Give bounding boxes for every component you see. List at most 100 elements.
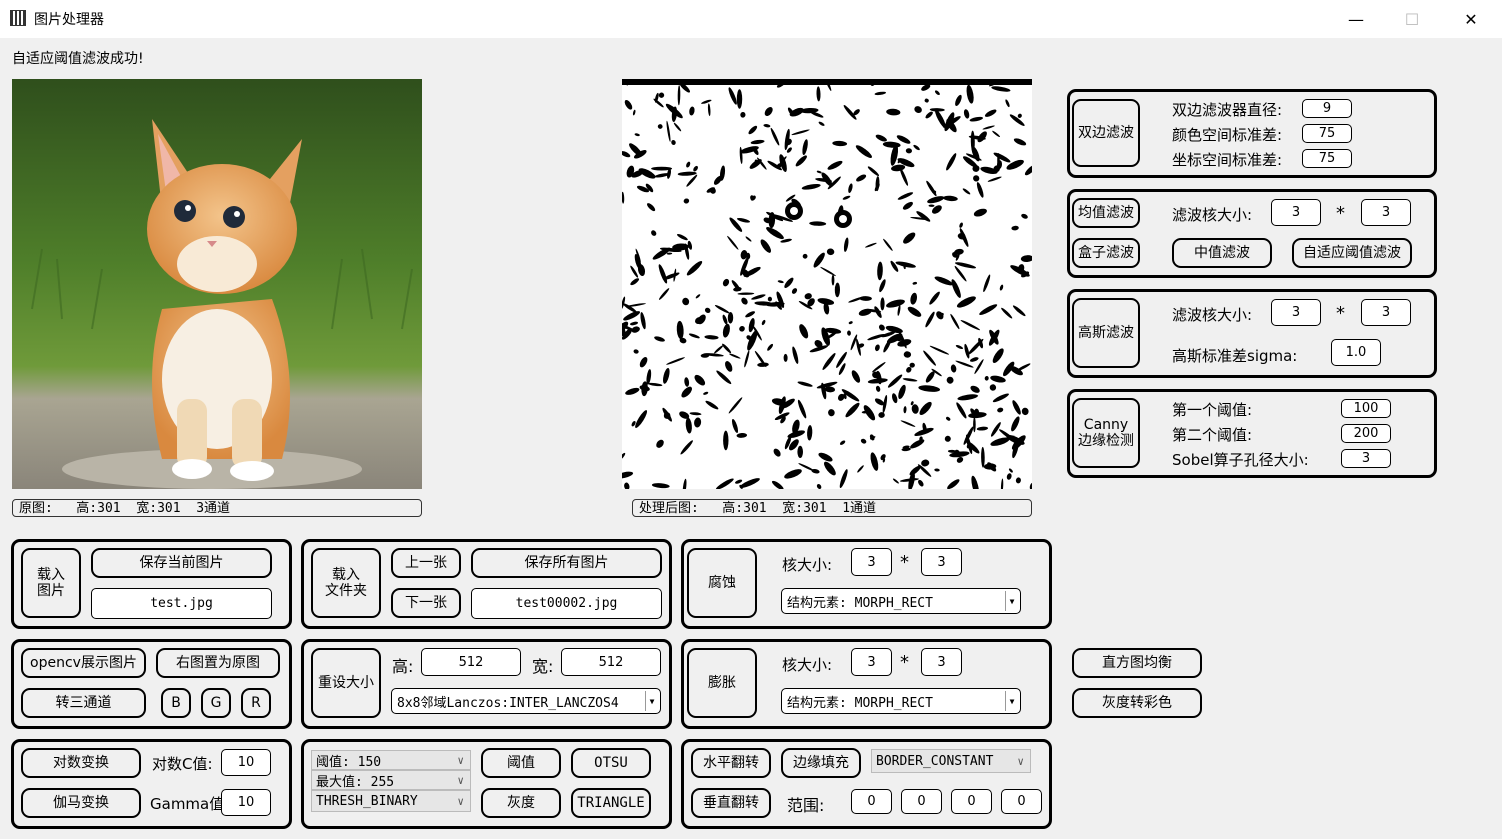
mean-kernel-h-input[interactable]: 3 (1361, 199, 1411, 226)
folder-filename-field[interactable]: test00002.jpg (471, 588, 662, 619)
mean-kernel-w-input[interactable]: 3 (1271, 199, 1321, 226)
erode-kernel-w-input[interactable]: 3 (851, 548, 892, 576)
adaptive-threshold-filter-button[interactable]: 自适应阈值滤波 (1292, 238, 1412, 268)
title-bar (0, 0, 1502, 38)
save-all-images-button[interactable]: 保存所有图片 (471, 548, 662, 578)
window-title: 图片处理器 (34, 12, 104, 28)
minimize-icon[interactable]: — (1333, 0, 1379, 38)
canny-sobel-label: Sobel算子孔径大小: (1172, 451, 1309, 469)
erode-element-select[interactable]: 结构元素: MORPH_RECT ▼ (781, 588, 1021, 614)
chevron-down-icon: ∨ (457, 773, 464, 787)
maximize-icon[interactable]: ☐ (1389, 0, 1435, 38)
log-transform-button[interactable]: 对数变换 (21, 748, 141, 778)
border-type-text: BORDER_CONSTANT (876, 753, 994, 769)
log-c-input[interactable]: 10 (221, 749, 271, 776)
green-channel-button[interactable]: G (201, 688, 231, 718)
range-top-input[interactable]: 0 (851, 789, 892, 814)
original-image (12, 79, 422, 489)
border-type-select[interactable]: BORDER_CONSTANT ∨ (871, 749, 1031, 773)
gaussian-kernel-w-input[interactable]: 3 (1271, 299, 1321, 326)
box-filter-button[interactable]: 盒子滤波 (1072, 238, 1140, 268)
threshold-button[interactable]: 阈值 (481, 748, 561, 778)
bilateral-diameter-input[interactable]: 9 (1302, 99, 1352, 118)
resize-width-input[interactable]: 512 (561, 648, 661, 676)
erode-button[interactable]: 腐蚀 (687, 548, 757, 618)
canny-threshold1-input[interactable]: 100 (1341, 399, 1391, 418)
bilateral-space-sigma-label: 坐标空间标准差: (1172, 151, 1283, 169)
otsu-button[interactable]: OTSU (571, 748, 651, 778)
mean-times-label: * (1336, 203, 1345, 224)
grayscale-button[interactable]: 灰度 (481, 788, 561, 818)
threshold-type-select[interactable]: THRESH_BINARY ∨ (311, 790, 471, 812)
mean-kernel-label: 滤波核大小: (1172, 206, 1253, 224)
canny-edge-button[interactable]: Canny 边缘检测 (1072, 398, 1140, 468)
dilate-kernel-w-input[interactable]: 3 (851, 648, 892, 676)
original-info-label: 原图: 高:301 宽:301 3通道 (12, 499, 422, 517)
range-left-input[interactable]: 0 (951, 789, 992, 814)
gaussian-sigma-input[interactable]: 1.0 (1331, 339, 1381, 366)
gaussian-filter-button[interactable]: 高斯滤波 (1072, 298, 1140, 368)
current-filename-field[interactable]: test.jpg (91, 588, 272, 619)
median-filter-button[interactable]: 中值滤波 (1172, 238, 1272, 268)
canny-threshold2-input[interactable]: 200 (1341, 424, 1391, 443)
vertical-flip-button[interactable]: 垂直翻转 (691, 788, 771, 818)
dilate-times-label: * (900, 652, 909, 673)
resize-button[interactable]: 重设大小 (311, 648, 381, 718)
canny-threshold1-label: 第一个阈值: (1172, 401, 1253, 419)
dilate-kernel-h-input[interactable]: 3 (921, 648, 962, 676)
to-three-channel-button[interactable]: 转三通道 (21, 688, 146, 718)
chevron-down-icon: ∨ (1017, 754, 1024, 768)
range-bottom-input[interactable]: 0 (901, 789, 942, 814)
interpolation-select[interactable]: 8x8邻域Lanczos:INTER_LANCZOS4 ▼ (391, 688, 661, 714)
processed-info-label: 处理后图: 高:301 宽:301 1通道 (632, 499, 1032, 517)
dilate-element-value: 结构元素: MORPH_RECT (787, 695, 933, 711)
bilateral-color-sigma-input[interactable]: 75 (1302, 124, 1352, 143)
canny-sobel-input[interactable]: 3 (1341, 449, 1391, 468)
gamma-label: Gamma值: (150, 795, 230, 813)
load-image-button[interactable]: 载入 图片 (21, 548, 81, 618)
bilateral-diameter-label: 双边滤波器直径: (1172, 101, 1283, 119)
histogram-equalize-button[interactable]: 直方图均衡 (1072, 648, 1202, 678)
horizontal-flip-button[interactable]: 水平翻转 (691, 748, 771, 778)
erode-kernel-h-input[interactable]: 3 (921, 548, 962, 576)
max-value-text: 最大值: 255 (316, 774, 395, 790)
prev-image-button[interactable]: 上一张 (391, 548, 461, 578)
threshold-value-select[interactable]: 阈值: 150 ∨ (311, 750, 471, 770)
save-current-image-button[interactable]: 保存当前图片 (91, 548, 272, 578)
chevron-down-icon: ∨ (457, 753, 464, 767)
bilateral-filter-button[interactable]: 双边滤波 (1072, 99, 1140, 167)
threshold-type-text: THRESH_BINARY (316, 793, 418, 809)
gray-to-color-button[interactable]: 灰度转彩色 (1072, 688, 1202, 718)
max-value-select[interactable]: 最大值: 255 ∨ (311, 770, 471, 790)
opencv-show-button[interactable]: opencv展示图片 (21, 648, 146, 678)
range-label: 范围: (787, 796, 825, 815)
gamma-input[interactable]: 10 (221, 789, 271, 816)
log-c-label: 对数C值: (152, 755, 213, 773)
gaussian-kernel-h-input[interactable]: 3 (1361, 299, 1411, 326)
mean-filter-button[interactable]: 均值滤波 (1072, 198, 1140, 228)
dilate-button[interactable]: 膨胀 (687, 648, 757, 718)
chevron-down-icon: ∨ (457, 794, 464, 808)
status-text: 自适应阈值滤波成功! (12, 51, 144, 67)
erode-element-value: 结构元素: MORPH_RECT (787, 595, 933, 611)
app-icon (10, 10, 26, 26)
load-folder-button[interactable]: 载入 文件夹 (311, 548, 381, 618)
dilate-element-select[interactable]: 结构元素: MORPH_RECT ▼ (781, 688, 1021, 714)
dropdown-arrow-icon: ▼ (645, 691, 658, 711)
resize-height-input[interactable]: 512 (421, 648, 521, 676)
next-image-button[interactable]: 下一张 (391, 588, 461, 618)
interpolation-value: 8x8邻域Lanczos:INTER_LANCZOS4 (397, 695, 619, 711)
set-as-original-button[interactable]: 右图置为原图 (156, 648, 280, 678)
range-right-input[interactable]: 0 (1001, 789, 1042, 814)
resize-height-label: 高: (392, 657, 414, 676)
red-channel-button[interactable]: R (241, 688, 271, 718)
dropdown-arrow-icon: ▼ (1005, 691, 1018, 711)
close-icon[interactable]: ✕ (1448, 0, 1494, 38)
erode-kernel-label: 核大小: (782, 556, 833, 574)
border-fill-button[interactable]: 边缘填充 (781, 748, 861, 778)
triangle-button[interactable]: TRIANGLE (571, 788, 651, 818)
canny-threshold2-label: 第二个阈值: (1172, 426, 1253, 444)
gamma-transform-button[interactable]: 伽马变换 (21, 788, 141, 818)
blue-channel-button[interactable]: B (161, 688, 191, 718)
bilateral-space-sigma-input[interactable]: 75 (1302, 149, 1352, 168)
